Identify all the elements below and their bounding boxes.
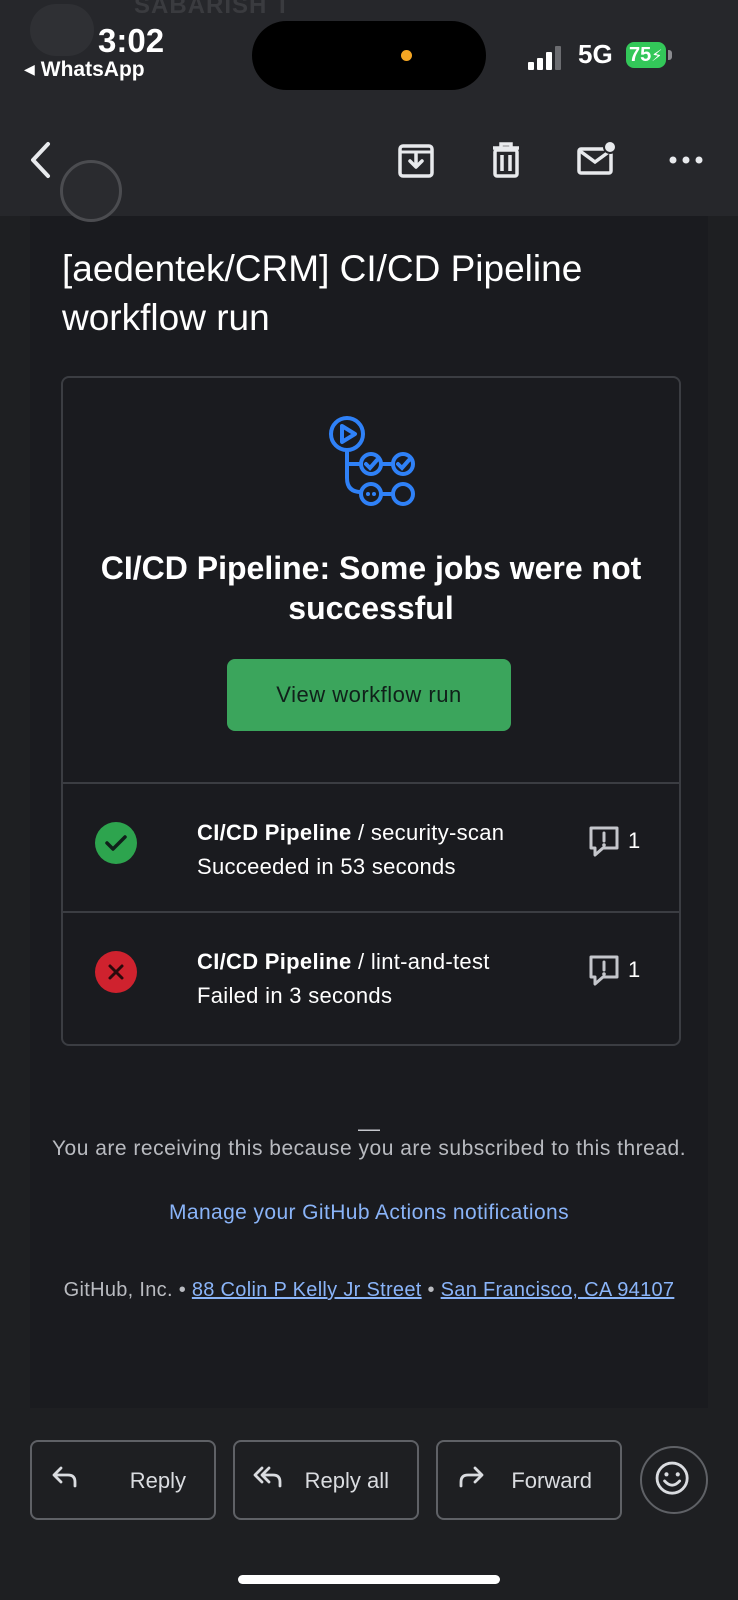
reply-label: Reply [129, 1468, 186, 1493]
ghost-notification-avatar [30, 4, 94, 56]
job-separator: / [351, 820, 371, 845]
comment-count: 1 [628, 957, 641, 982]
job-status-text: Failed in 3 seconds [197, 983, 393, 1008]
workflow-summary-card: CI/CD Pipeline: Some jobs were not succe… [61, 376, 681, 1046]
job-separator: / [351, 949, 371, 974]
ghost-notification-sender: SABARISH T [134, 0, 291, 19]
reply-all-icon [253, 1466, 282, 1488]
home-indicator[interactable] [238, 1575, 500, 1584]
job-row-lint-and-test[interactable]: CI/CD Pipeline / lint-and-test Failed in… [63, 911, 679, 1041]
reply-all-label: Reply all [304, 1468, 389, 1493]
reply-icon [52, 1466, 77, 1488]
manage-notifications-link[interactable]: Manage your GitHub Actions notifications [50, 1197, 688, 1229]
reply-button[interactable]: Reply [30, 1440, 216, 1520]
forward-button[interactable]: Forward [436, 1440, 622, 1520]
annotation-comment-icon [589, 826, 619, 857]
annotation-comment-icon [589, 955, 619, 986]
job-status-text: Succeeded in 53 seconds [197, 854, 456, 879]
view-workflow-run-button[interactable]: View workflow run [227, 659, 511, 731]
cellular-signal-icon [528, 44, 568, 70]
forward-icon [459, 1466, 484, 1488]
job-row-security-scan[interactable]: CI/CD Pipeline / security-scan Succeeded… [63, 782, 679, 912]
network-type: 5G [578, 39, 613, 69]
failure-x-icon [95, 951, 137, 993]
battery-indicator: 75⚡ [626, 42, 672, 68]
forward-label: Forward [511, 1468, 592, 1493]
city-address-link[interactable]: San Francisco, CA 94107 [441, 1279, 675, 1301]
mail-unread-icon[interactable] [574, 138, 618, 182]
job-details: CI/CD Pipeline / lint-and-test Failed in… [197, 945, 490, 1013]
success-check-icon [95, 822, 137, 864]
sender-avatar[interactable] [60, 160, 122, 222]
bullet-separator: • [421, 1279, 441, 1301]
email-body: [aedentek/CRM] CI/CD Pipeline workflow r… [30, 160, 708, 1408]
company-name: GitHub, Inc. [63, 1279, 173, 1301]
battery-level: 75 [629, 44, 652, 66]
archive-icon[interactable] [394, 138, 438, 182]
mic-indicator-dot [401, 50, 412, 61]
back-arrow-icon[interactable] [20, 138, 64, 182]
street-address-link[interactable]: 88 Colin P Kelly Jr Street [192, 1279, 422, 1301]
job-details: CI/CD Pipeline / security-scan Succeeded… [197, 816, 504, 884]
more-horizontal-icon[interactable] [664, 138, 708, 182]
github-actions-logo-icon [327, 414, 423, 510]
job-name: security-scan [370, 820, 505, 845]
job-workflow-name: CI/CD Pipeline [197, 820, 352, 845]
comment-count: 1 [628, 828, 641, 853]
back-triangle-icon: ◀ [24, 61, 35, 77]
status-time: 3:02 [98, 22, 165, 59]
reply-all-button[interactable]: Reply all [233, 1440, 419, 1520]
bullet-separator: • [172, 1279, 192, 1301]
job-name: lint-and-test [370, 949, 490, 974]
subscription-notice: You are receiving this because you are s… [51, 1137, 687, 1160]
workflow-headline: CI/CD Pipeline: Some jobs were not succe… [100, 550, 642, 626]
trash-icon[interactable] [484, 138, 528, 182]
dynamic-island [252, 21, 486, 90]
emoji-reaction-icon[interactable] [640, 1446, 708, 1514]
email-subject: [aedentek/CRM] CI/CD Pipeline workflow r… [62, 248, 583, 338]
back-app-label: WhatsApp [40, 58, 145, 81]
company-address: GitHub, Inc. • 88 Colin P Kelly Jr Stree… [50, 1274, 688, 1306]
back-to-app-link[interactable]: ◀ WhatsApp [24, 58, 145, 82]
job-workflow-name: CI/CD Pipeline [197, 949, 352, 974]
